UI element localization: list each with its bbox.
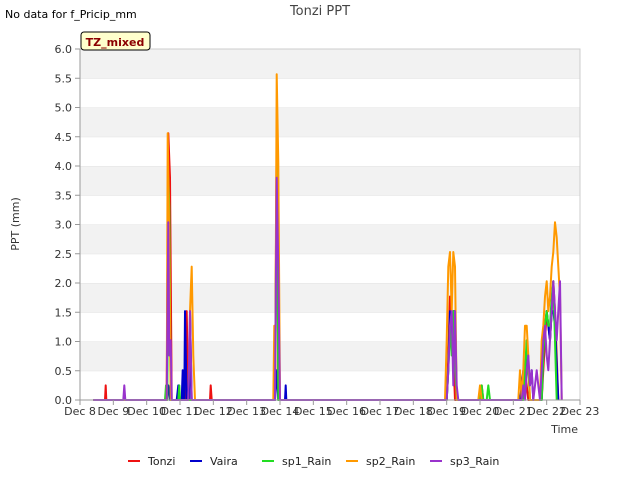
y-tick-label: 1.5 bbox=[55, 306, 73, 319]
y-tick-label: 4.0 bbox=[55, 160, 73, 173]
y-tick-label: 3.5 bbox=[55, 189, 73, 202]
background-band bbox=[80, 370, 580, 400]
legend: Tonzi Vaira sp1_Rain sp2_Rain sp3_Rain bbox=[128, 455, 499, 468]
tz-badge-label: TZ_mixed bbox=[86, 36, 145, 49]
background-band bbox=[80, 78, 580, 108]
background-band bbox=[80, 253, 580, 283]
x-tick-label: Dec 8 bbox=[64, 405, 96, 418]
background-band bbox=[80, 49, 580, 79]
background-band bbox=[80, 136, 580, 166]
y-tick-label: 2.5 bbox=[55, 248, 73, 261]
y-tick-label: 4.5 bbox=[55, 131, 73, 144]
background-band bbox=[80, 312, 580, 342]
y-tick-label: 3.0 bbox=[55, 219, 73, 232]
background-band bbox=[80, 224, 580, 254]
y-tick-label: 1.0 bbox=[55, 336, 73, 349]
background-band bbox=[80, 341, 580, 371]
legend-label-sp3-rain: sp3_Rain bbox=[450, 455, 499, 468]
tz-badge: TZ_mixed bbox=[80, 31, 151, 51]
background-band bbox=[80, 107, 580, 137]
y-tick-label: 2.0 bbox=[55, 277, 73, 290]
legend-label-sp2-rain: sp2_Rain bbox=[366, 455, 415, 468]
y-tick-label: 5.0 bbox=[55, 102, 73, 115]
x-tick-label: Dec 9 bbox=[97, 405, 129, 418]
x-axis-title: Time bbox=[550, 423, 578, 436]
legend-label-vaira: Vaira bbox=[210, 455, 238, 468]
x-tick-label: Dec 23 bbox=[561, 405, 600, 418]
y-tick-label: 5.5 bbox=[55, 72, 73, 85]
y-tick-label: 0.5 bbox=[55, 365, 73, 378]
background-band bbox=[80, 166, 580, 196]
x-axis-ticks: Dec 8 Dec 9Dec 10Dec 11Dec 12Dec 13Dec 14… bbox=[64, 400, 599, 418]
background-band bbox=[80, 283, 580, 313]
y-axis-ticks: 0.00.51.01.52.02.53.03.54.04.55.05.56.0 bbox=[55, 43, 80, 407]
y-tick-label: 6.0 bbox=[55, 43, 73, 56]
y-axis-title: PPT (mm) bbox=[9, 197, 22, 251]
chart-title: Tonzi PPT bbox=[289, 4, 350, 19]
no-data-note: No data for f_Pricip_mm bbox=[5, 8, 137, 21]
precipitation-chart: No data for f_Pricip_mm Tonzi PPT 0.00.5… bbox=[5, 4, 599, 468]
background-band bbox=[80, 195, 580, 225]
legend-label-sp1-rain: sp1_Rain bbox=[282, 455, 331, 468]
plot-background-bands bbox=[80, 48, 580, 400]
legend-label-tonzi: Tonzi bbox=[147, 455, 175, 468]
